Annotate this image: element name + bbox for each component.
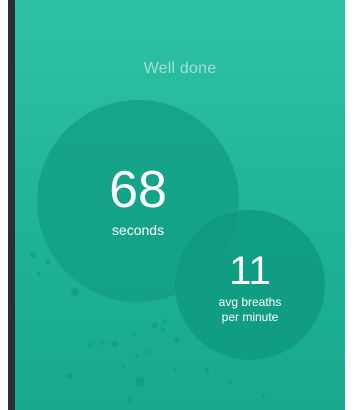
breaths-value: 11 [229,249,271,293]
bubble [45,259,51,265]
bubble [204,367,210,373]
breaths-unit-line2: per minute [221,310,279,324]
bubble [135,377,145,387]
bubble [127,397,133,403]
bubble [163,319,167,323]
bubble [173,368,177,372]
bubble [30,252,36,258]
page-title: Well done [143,60,217,77]
bubble [121,364,125,368]
duration-unit: seconds [111,222,165,238]
bubble [261,393,265,397]
bubble [147,350,151,354]
bubble [174,337,180,343]
bubble [112,341,118,347]
bubble [228,380,232,384]
bubble [87,342,93,348]
breaths-unit-line1: avg breaths [218,295,282,309]
summary-screen: Well done 68 seconds 11 avg breaths per … [15,0,345,410]
bubble [152,322,158,328]
bubble [133,333,137,337]
bubble [135,354,139,358]
bubble [71,288,79,296]
breaths-stat-circle: 11 avg breaths per minute [175,210,325,360]
bubble [161,328,165,332]
bubble [67,373,73,379]
duration-value: 68 [109,161,167,219]
breaths-unit: avg breaths per minute [219,295,282,325]
bubble [100,340,106,346]
bubble [37,272,41,276]
device-bezel [8,0,15,410]
device-frame: Well done 68 seconds 11 avg breaths per … [0,0,355,410]
